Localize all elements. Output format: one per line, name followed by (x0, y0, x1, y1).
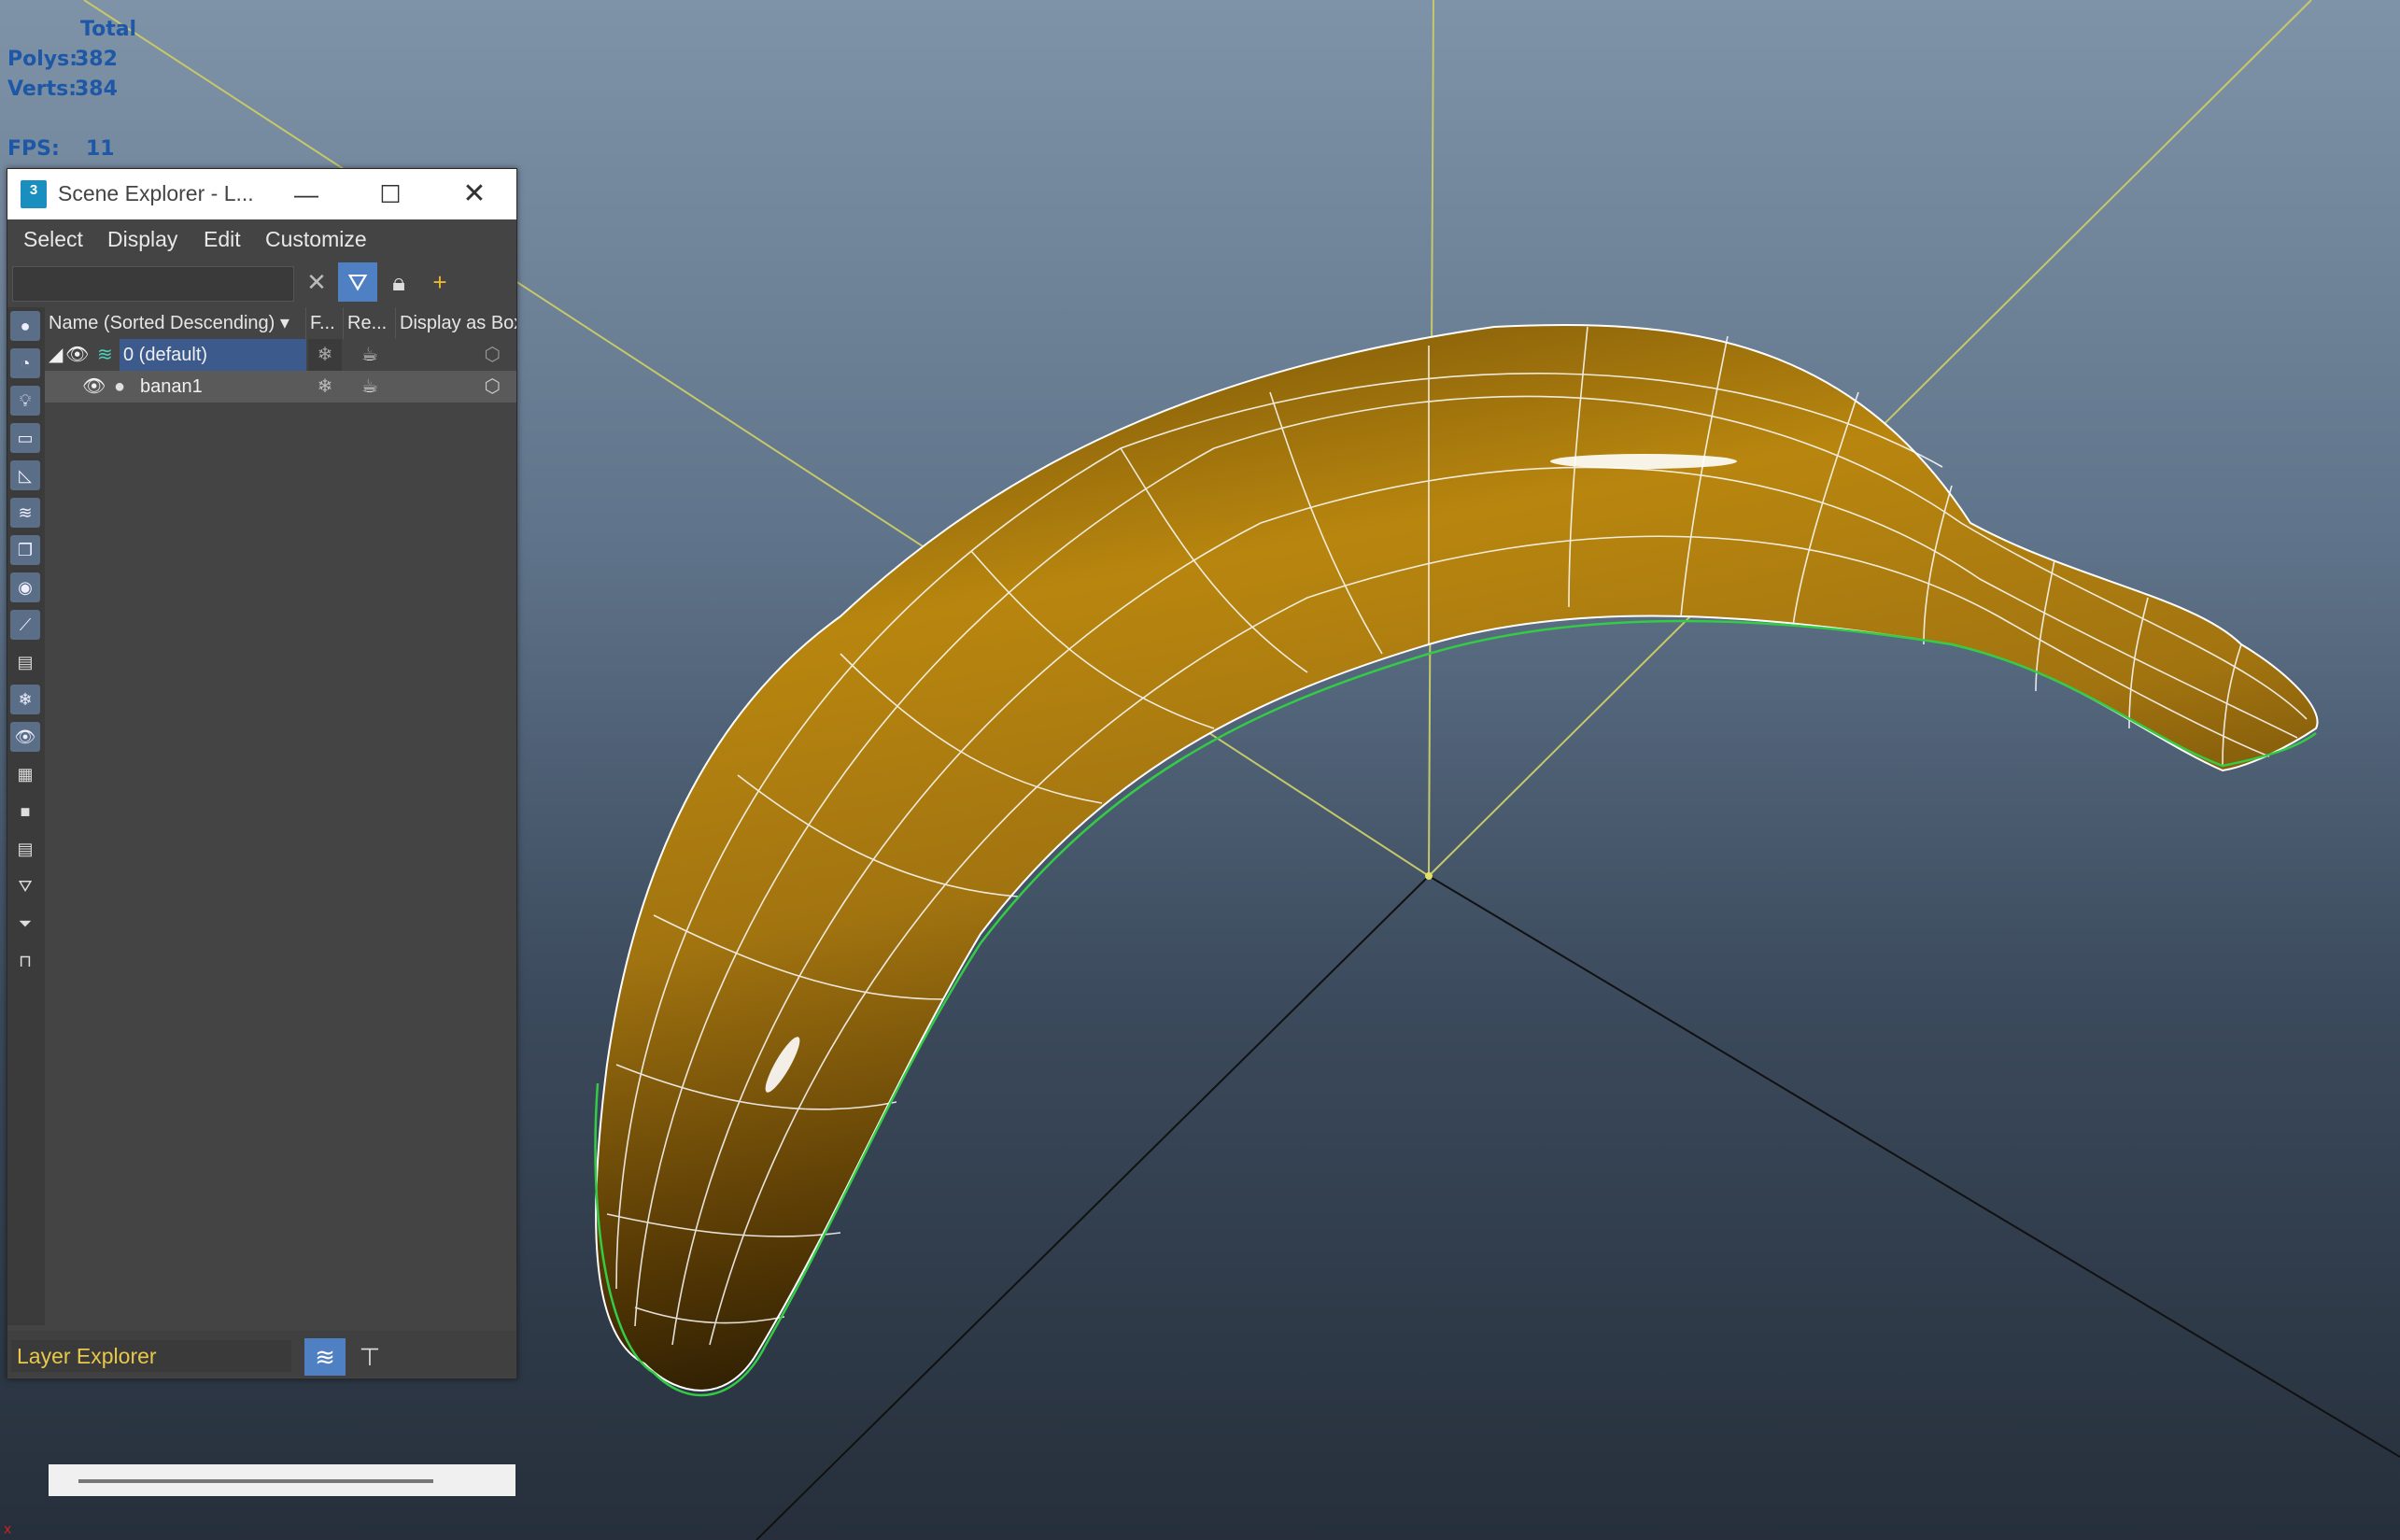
filter-icon[interactable]: ⏷ (10, 909, 40, 939)
stats-fps-value: 11 (86, 137, 115, 161)
box-icon[interactable]: ⬡ (400, 339, 512, 371)
object-icon: ● (114, 376, 126, 397)
sort-arrow-icon: ▾ (275, 313, 289, 333)
expand-triangle-icon[interactable]: ◢ (49, 339, 63, 371)
xrefs-filter-icon[interactable]: ◉ (10, 572, 40, 602)
geometry-filter-icon[interactable]: ● (10, 311, 40, 341)
column-header-frozen[interactable]: F... (306, 307, 344, 339)
app-icon: 3 (21, 180, 47, 208)
tree-row-layer[interactable]: ◢ 👁︎ ≋ 0 (default) ❄ ☕︎ ⬡ (45, 339, 516, 371)
teapot-icon[interactable]: ☕︎ (346, 371, 394, 403)
pivot-point (1425, 872, 1433, 880)
selection-set-icon[interactable]: ⊓ (10, 946, 40, 976)
scrollbar-thumb[interactable] (78, 1479, 433, 1483)
object-name[interactable]: banan1 (136, 371, 306, 403)
eye-icon[interactable]: 👁︎ (82, 371, 106, 403)
display-none-icon[interactable]: ■ (10, 797, 40, 827)
hidden-filter-icon[interactable]: 👁︎ (10, 722, 40, 752)
menu-display[interactable]: Display (107, 227, 177, 252)
add-layer-icon[interactable]: + (420, 262, 459, 302)
scene-explorer-window[interactable]: 3 Scene Explorer - L... — ☐ ✕ Select Dis… (7, 168, 517, 1496)
explorer-type-label: Layer Explorer (17, 1344, 157, 1368)
bones-filter-icon[interactable]: ⟋ (10, 610, 40, 640)
box-icon[interactable]: ⬡ (400, 371, 512, 403)
horizontal-scrollbar[interactable] (49, 1464, 515, 1496)
invert-display-icon[interactable]: ▤ (10, 834, 40, 864)
column-header-display-box[interactable]: Display as Box (396, 307, 516, 339)
column-header-name-label: Name (Sorted Descending) (49, 313, 275, 333)
stats-total-label: Total (80, 18, 137, 41)
banana-model[interactable] (594, 323, 2319, 1397)
cameras-filter-icon[interactable]: ▭ (10, 423, 40, 453)
filter-settings-icon[interactable]: ⛛ (10, 871, 40, 901)
menu-bar: Select Display Edit Customize (7, 219, 516, 261)
close-window-button[interactable]: ✕ (432, 169, 516, 219)
column-header-render[interactable]: Re... (344, 307, 396, 339)
lock-icon[interactable]: 🔒︎ (379, 262, 418, 302)
column-header-name[interactable]: Name (Sorted Descending) ▾ (45, 307, 306, 339)
helpers-filter-icon[interactable]: ◺ (10, 460, 40, 490)
minimize-button[interactable]: — (264, 169, 348, 219)
eye-icon[interactable]: 👁︎ (65, 339, 89, 371)
scene-tree[interactable]: Name (Sorted Descending) ▾ F... Re... Di… (45, 307, 516, 1325)
tree-row-object[interactable]: 👁︎ ● banan1 ❄ ☕︎ ⬡ (45, 371, 516, 403)
maximize-button[interactable]: ☐ (348, 169, 432, 219)
stats-verts-label: Verts: (7, 78, 78, 101)
groups-filter-icon[interactable]: ❐ (10, 535, 40, 565)
layer-name[interactable]: 0 (default) (120, 339, 306, 371)
explorer-bottom-bar: Layer Explorer ≋ ⊤ (7, 1331, 516, 1378)
filter-icon[interactable]: ⛛ (338, 262, 377, 302)
layer-icon: ≋ (97, 345, 113, 365)
snowflake-icon[interactable]: ❄ (308, 339, 342, 371)
lights-filter-icon[interactable]: 💡︎ (10, 386, 40, 416)
search-input[interactable] (12, 266, 294, 302)
sort-by-layer-icon[interactable]: ≋ (304, 1338, 346, 1376)
viewport-statistics: Total Polys:382 Verts:384 FPS: 11 (7, 15, 136, 164)
menu-edit[interactable]: Edit (204, 227, 241, 252)
snowflake-icon[interactable]: ❄ (308, 371, 342, 403)
teapot-icon[interactable]: ☕︎ (346, 339, 394, 371)
stats-verts-value: 384 (75, 78, 118, 101)
close-icon[interactable]: ✕ (297, 262, 336, 302)
containers-filter-icon[interactable]: ▤ (10, 647, 40, 677)
axis-indicator: x (4, 1522, 12, 1537)
explorer-type-select[interactable]: Layer Explorer (11, 1340, 291, 1372)
menu-select[interactable]: Select (23, 227, 83, 252)
menu-customize[interactable]: Customize (265, 227, 367, 252)
display-all-icon[interactable]: ▦ (10, 759, 40, 789)
window-title-bar[interactable]: 3 Scene Explorer - L... — ☐ ✕ (7, 169, 516, 219)
stats-fps-label: FPS: (7, 137, 60, 161)
shapes-filter-icon[interactable]: ◔ (10, 348, 40, 378)
sort-by-hierarchy-icon[interactable]: ⊤ (349, 1338, 390, 1376)
window-title: Scene Explorer - L... (58, 181, 254, 205)
filter-toolbar: ● ◔ 💡︎ ▭ ◺ ≋ ❐ ◉ ⟋ ▤ ❄ 👁︎ ▦ ■ ▤ ⛛ ⏷ ⊓ (7, 307, 45, 1325)
spacewarps-filter-icon[interactable]: ≋ (10, 498, 40, 528)
stats-polys-label: Polys: (7, 48, 78, 71)
stats-polys-value: 382 (75, 48, 118, 71)
frozen-filter-icon[interactable]: ❄ (10, 685, 40, 714)
